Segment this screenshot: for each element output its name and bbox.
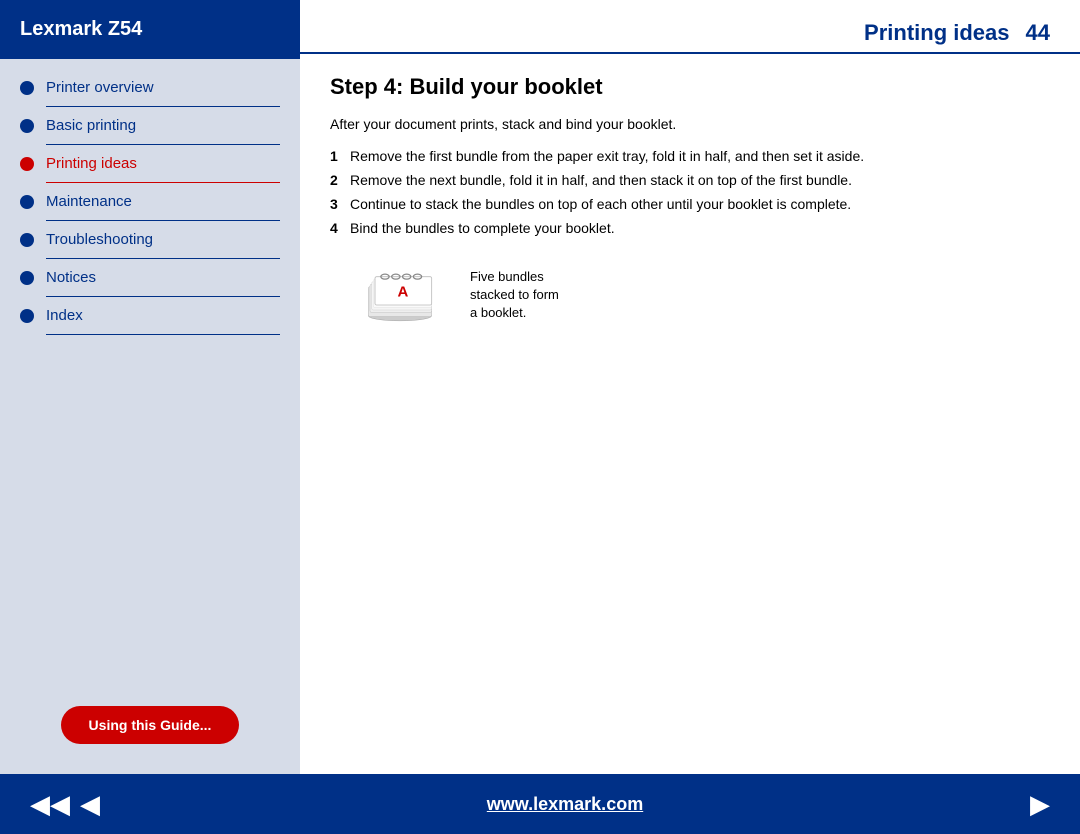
step-text-1: Remove the first bundle from the paper e… (350, 148, 864, 164)
nav-label-printer-overview: Printer overview (46, 79, 154, 96)
nav-dot-index (20, 309, 34, 323)
sidebar-footer: Using this Guide... (0, 686, 300, 764)
sidebar-item-printer-overview[interactable]: Printer overview (0, 69, 300, 102)
main-layout: Lexmark Z54 Printer overview Basic print… (0, 0, 1080, 774)
nav-label-notices: Notices (46, 269, 96, 286)
bottom-bar: ◀◀ ◀ www.lexmark.com ▶ (0, 774, 1080, 834)
sidebar-item-printing-ideas[interactable]: Printing ideas (0, 145, 300, 178)
booklet-svg: A (350, 260, 450, 330)
step-3: 3 Continue to stack the bundles on top o… (330, 196, 1050, 212)
content-body: Step 4: Build your booklet After your do… (300, 74, 1080, 774)
sidebar-item-notices[interactable]: Notices (0, 259, 300, 292)
content-area: Printing ideas 44 Step 4: Build your boo… (300, 0, 1080, 774)
sidebar-header: Lexmark Z54 (0, 0, 300, 59)
nav-arrows-right: ▶ (1030, 791, 1050, 817)
nav-dot-troubleshooting (20, 233, 34, 247)
sidebar-item-maintenance[interactable]: Maintenance (0, 183, 300, 216)
nav-arrows-left: ◀◀ ◀ (30, 791, 100, 817)
intro-text: After your document prints, stack and bi… (330, 116, 1050, 132)
step-2: 2 Remove the next bundle, fold it in hal… (330, 172, 1050, 188)
back-double-arrow-button[interactable]: ◀◀ (30, 791, 70, 817)
step-text-3: Continue to stack the bundles on top of … (350, 196, 851, 212)
using-guide-button[interactable]: Using this Guide... (61, 706, 240, 744)
step-num-4: 4 (330, 220, 350, 236)
nav-underline-index (46, 334, 280, 335)
page-number: 44 (1026, 20, 1050, 46)
sidebar-item-index[interactable]: Index (0, 297, 300, 330)
forward-arrow-button[interactable]: ▶ (1030, 791, 1050, 817)
illustration-caption: Five bundlesstacked to forma booklet. (470, 268, 559, 323)
nav-label-troubleshooting: Troubleshooting (46, 231, 153, 248)
step-text-4: Bind the bundles to complete your bookle… (350, 220, 615, 236)
nav-dot-printer-overview (20, 81, 34, 95)
nav-dot-notices (20, 271, 34, 285)
nav-label-index: Index (46, 307, 83, 324)
website-url[interactable]: www.lexmark.com (487, 794, 643, 815)
sidebar-nav: Printer overview Basic printing Printing… (0, 59, 300, 686)
sidebar-item-troubleshooting[interactable]: Troubleshooting (0, 221, 300, 254)
back-arrow-button[interactable]: ◀ (80, 791, 100, 817)
nav-label-maintenance: Maintenance (46, 193, 132, 210)
step-title: Step 4: Build your booklet (330, 74, 1050, 100)
steps-list: 1 Remove the first bundle from the paper… (330, 148, 1050, 236)
step-text-2: Remove the next bundle, fold it in half,… (350, 172, 852, 188)
svg-text:A: A (398, 284, 409, 301)
step-num-1: 1 (330, 148, 350, 164)
nav-dot-maintenance (20, 195, 34, 209)
content-header: Printing ideas 44 (300, 0, 1080, 54)
page-title: Printing ideas (864, 20, 1009, 46)
step-4: 4 Bind the bundles to complete your book… (330, 220, 1050, 236)
nav-label-printing-ideas: Printing ideas (46, 155, 137, 172)
nav-dot-printing-ideas (20, 157, 34, 171)
nav-label-basic-printing: Basic printing (46, 117, 136, 134)
nav-dot-basic-printing (20, 119, 34, 133)
illustration-area: A Five bundlesstacked to forma booklet. (350, 260, 1050, 330)
step-1: 1 Remove the first bundle from the paper… (330, 148, 1050, 164)
app-title: Lexmark Z54 (20, 18, 142, 40)
step-num-2: 2 (330, 172, 350, 188)
step-num-3: 3 (330, 196, 350, 212)
sidebar: Lexmark Z54 Printer overview Basic print… (0, 0, 300, 774)
sidebar-item-basic-printing[interactable]: Basic printing (0, 107, 300, 140)
